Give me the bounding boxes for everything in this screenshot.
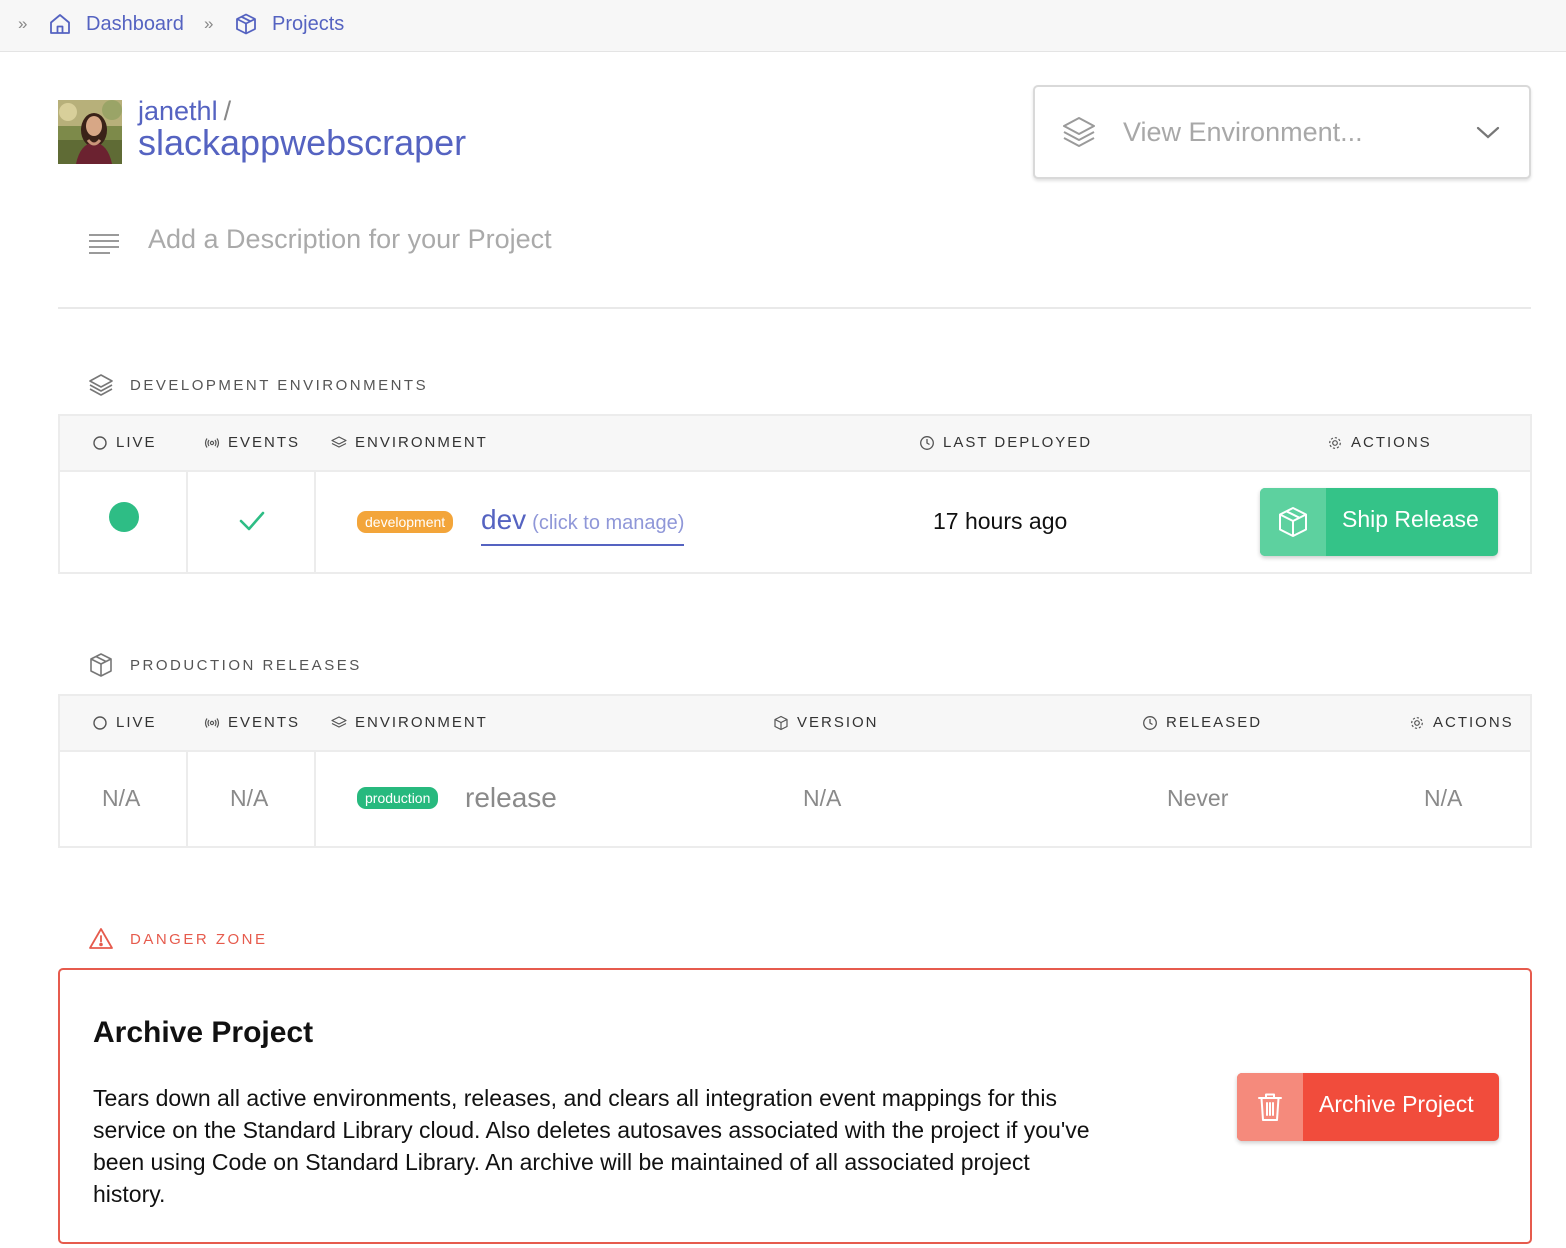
cube-icon <box>1260 488 1326 556</box>
view-environment-select[interactable]: View Environment... <box>1033 85 1531 179</box>
column-actions: ACTIONS <box>1327 434 1432 451</box>
breadcrumb-separator: » <box>18 14 28 33</box>
column-environment: ENVIRONMENT <box>331 434 488 451</box>
manage-environment-link[interactable]: dev (click to manage) <box>481 504 685 546</box>
column-environment: ENVIRONMENT <box>331 714 488 731</box>
production-releases-heading: PRODUCTION RELEASES <box>88 652 362 678</box>
danger-zone-title: DANGER ZONE <box>130 930 268 948</box>
layers-icon <box>1063 117 1095 147</box>
production-releases-table: LIVE EVENTS ENVIRONMENT VERSION RELEASED… <box>58 694 1532 848</box>
manage-hint: (click to manage) <box>532 512 685 534</box>
column-last-deployed: LAST DEPLOYED <box>919 434 1092 451</box>
column-actions: ACTIONS <box>1409 714 1514 731</box>
column-events: EVENTS <box>204 714 300 731</box>
actions-value: N/A <box>1424 785 1463 811</box>
layers-icon <box>331 715 347 728</box>
archive-project-label: Archive Project <box>1319 1091 1474 1117</box>
project-description-input[interactable]: Add a Description for your Project <box>148 224 552 255</box>
live-value: N/A <box>102 785 141 811</box>
archive-project-title: Archive Project <box>93 1016 314 1049</box>
danger-zone-panel: Archive Project Tears down all active en… <box>58 968 1532 1244</box>
breadcrumb-separator: » <box>204 14 214 33</box>
released-value: Never <box>1167 785 1229 811</box>
chevron-down-icon <box>1476 126 1500 139</box>
layers-icon <box>331 435 347 448</box>
home-icon <box>50 14 70 34</box>
events-value: N/A <box>230 785 269 811</box>
circle-icon <box>93 435 107 450</box>
trash-icon <box>1237 1073 1303 1141</box>
environment-badge: production <box>357 787 439 809</box>
environment-badge: development <box>357 511 454 533</box>
column-live: LIVE <box>92 434 157 451</box>
header-divider <box>58 307 1531 309</box>
column-events: EVENTS <box>204 434 300 451</box>
cube-icon <box>774 715 788 730</box>
development-environments-heading: DEVELOPMENT ENVIRONMENTS <box>88 372 428 398</box>
danger-zone-heading: DANGER ZONE <box>88 926 268 952</box>
development-environments-table: LIVE EVENTS ENVIRONMENT LAST DEPLOYED AC… <box>58 414 1532 574</box>
ship-release-label: Ship Release <box>1342 506 1479 532</box>
archive-project-description: Tears down all active environments, rele… <box>93 1085 1090 1207</box>
breadcrumb-dashboard[interactable]: Dashboard <box>48 12 184 36</box>
table-row: development dev (click to manage) 17 hour… <box>60 472 1530 572</box>
avatar <box>58 100 122 164</box>
production-releases-title: PRODUCTION RELEASES <box>130 656 362 674</box>
clock-icon <box>920 435 934 450</box>
warning-icon <box>89 928 113 949</box>
version-value: N/A <box>803 785 842 811</box>
live-status-indicator <box>109 502 139 532</box>
column-released: RELEASED <box>1142 714 1262 731</box>
broadcast-icon <box>204 717 220 728</box>
clock-icon <box>1143 715 1157 730</box>
breadcrumb-dashboard-label: Dashboard <box>86 12 184 35</box>
environment-name: dev <box>481 504 527 535</box>
gear-icon <box>1329 436 1341 449</box>
gear-icon <box>1411 716 1423 729</box>
breadcrumb: » Dashboard » Projects <box>0 0 1566 52</box>
text-lines-icon <box>89 234 119 254</box>
development-environments-title: DEVELOPMENT ENVIRONMENTS <box>130 376 429 394</box>
broadcast-icon <box>204 437 220 448</box>
column-version: VERSION <box>773 714 879 731</box>
cube-icon <box>90 653 112 677</box>
breadcrumb-projects-label: Projects <box>272 12 345 35</box>
ship-release-button[interactable]: Ship Release <box>1260 488 1498 556</box>
check-icon <box>239 511 265 531</box>
project-name: slackappwebscraper <box>138 122 467 163</box>
cube-icon <box>236 13 256 35</box>
archive-project-button[interactable]: Archive Project <box>1237 1073 1499 1141</box>
circle-icon <box>93 715 107 730</box>
last-deployed-value: 17 hours ago <box>933 508 1068 534</box>
table-row: N/A N/A production release N/A Never N/A <box>60 752 1530 846</box>
table-header: LIVE EVENTS ENVIRONMENT LAST DEPLOYED AC… <box>60 416 1530 472</box>
table-header: LIVE EVENTS ENVIRONMENT VERSION RELEASED… <box>60 696 1530 752</box>
environment-name: release <box>465 782 557 813</box>
layers-icon <box>89 374 113 396</box>
view-environment-placeholder: View Environment... <box>1123 117 1363 147</box>
column-live: LIVE <box>92 714 157 731</box>
breadcrumb-projects[interactable]: Projects <box>234 12 344 36</box>
